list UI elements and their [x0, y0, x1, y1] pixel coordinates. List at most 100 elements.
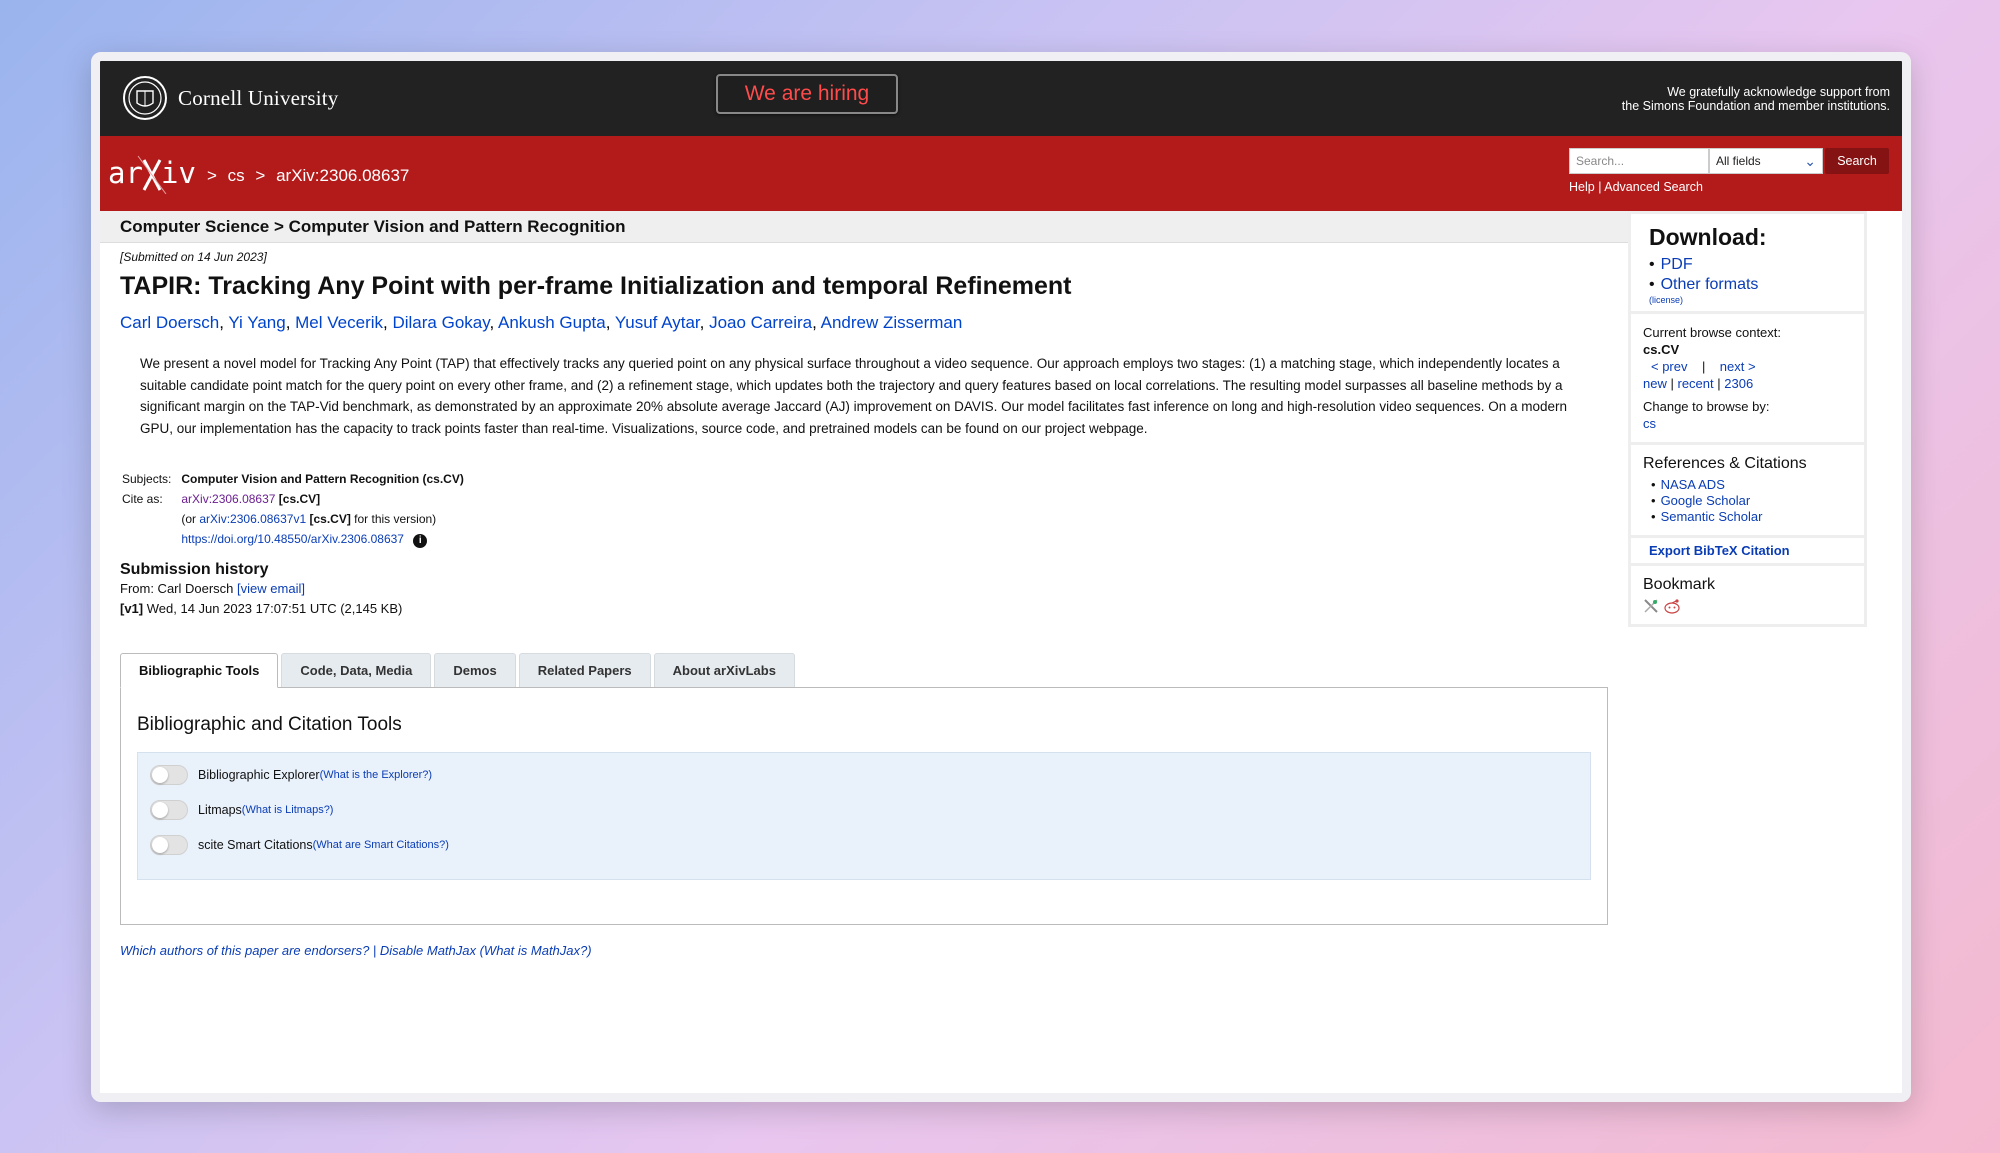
main-content: Computer Science > Computer Vision and P… [100, 211, 1628, 958]
tool-toggle[interactable] [150, 835, 188, 855]
author-link[interactable]: Ankush Gupta [498, 313, 606, 332]
reference-item: Google Scholar [1651, 493, 1852, 509]
chevron-down-icon: ⌄ [1804, 153, 1816, 169]
author-separator: , [812, 313, 821, 332]
context-value: cs.CV [1643, 342, 1680, 357]
next-link[interactable]: next > [1720, 359, 1756, 374]
help-links: Help | Advanced Search [1569, 180, 1703, 194]
breadcrumb-paper-id: arXiv:2306.08637 [276, 166, 410, 185]
prev-link[interactable]: < prev [1651, 359, 1688, 374]
references-list: NASA ADSGoogle ScholarSemantic Scholar [1643, 477, 1852, 525]
tab-about-arxivlabs[interactable]: About arXivLabs [653, 653, 795, 687]
author-link[interactable]: Dilara Gokay [392, 313, 489, 332]
license-link[interactable]: (license) [1649, 295, 1846, 305]
hiring-button[interactable]: We are hiring [716, 74, 898, 114]
doi-link[interactable]: https://doi.org/10.48550/arXiv.2306.0863… [181, 532, 404, 546]
tools-heading: Bibliographic and Citation Tools [137, 714, 402, 735]
version-label[interactable]: [v1] [120, 601, 143, 616]
nav-separator: | [1670, 376, 1674, 391]
cite-version-link[interactable]: arXiv:2306.08637v1 [199, 512, 306, 526]
author-link[interactable]: Yusuf Aytar [615, 313, 700, 332]
bookmark-box: Bookmark [1628, 566, 1867, 627]
support-line-1: We gratefully acknowledge support from [1667, 85, 1890, 99]
search-input[interactable]: Search... [1569, 148, 1709, 174]
breadcrumb: > cs > arXiv:2306.08637 [207, 166, 415, 186]
reddit-icon[interactable] [1663, 598, 1681, 614]
tool-info-link[interactable]: (What are Smart Citations?) [313, 839, 449, 851]
reference-link[interactable]: Google Scholar [1661, 493, 1751, 508]
references-box: References & Citations NASA ADSGoogle Sc… [1628, 445, 1867, 538]
search-field-select[interactable]: All fields ⌄ [1709, 148, 1823, 174]
tool-toggle[interactable] [150, 765, 188, 785]
recent-link[interactable]: recent [1678, 376, 1714, 391]
tool-info-link[interactable]: (What is the Explorer?) [320, 769, 432, 781]
breadcrumb-separator: > [207, 166, 217, 185]
year-link[interactable]: 2306 [1724, 376, 1753, 391]
cite-or-prefix: (or [181, 512, 197, 526]
submission-history: Submission history From: Carl Doersch [v… [120, 561, 1608, 619]
browse-cs-link[interactable]: cs [1643, 416, 1656, 431]
labs-tabs: Bibliographic Tools Code, Data, Media Demo… [120, 653, 1608, 688]
download-title: Download: [1649, 224, 1767, 250]
cite-label: Cite as: [122, 492, 163, 506]
tool-label: scite Smart Citations [198, 838, 313, 852]
reference-link[interactable]: Semantic Scholar [1661, 509, 1763, 524]
cornell-header: Cornell University We are hiring We grat… [100, 61, 1902, 136]
tool-label: Bibliographic Explorer [198, 768, 320, 782]
author-link[interactable]: Mel Vecerik [295, 313, 383, 332]
tab-bibliographic-tools[interactable]: Bibliographic Tools [120, 653, 279, 688]
pdf-link[interactable]: PDF [1661, 256, 1693, 273]
other-formats-link[interactable]: Other formats [1661, 276, 1759, 293]
author-link[interactable]: Carl Doersch [120, 313, 219, 332]
new-link[interactable]: new [1643, 376, 1667, 391]
cornell-logo[interactable]: Cornell University [122, 75, 339, 121]
search-field-value: All fields [1716, 154, 1761, 168]
svg-text:iv: iv [161, 156, 196, 190]
bookmark-title: Bookmark [1643, 576, 1716, 593]
paper-title: TAPIR: Tracking Any Point with per-frame… [120, 272, 1072, 300]
search-button[interactable]: Search [1825, 148, 1889, 174]
author-link[interactable]: Andrew Zisserman [821, 313, 963, 332]
svg-text:ar: ar [108, 156, 143, 190]
arxiv-logo-icon[interactable]: ar iv [108, 152, 204, 194]
reference-item: NASA ADS [1651, 477, 1852, 493]
sidebar: Download: PDF Other formats (license) Cu… [1628, 211, 1867, 627]
export-bibtex-link[interactable]: Export BibTeX Citation [1628, 538, 1867, 566]
tool-row: Litmaps (What is Litmaps?) [150, 800, 1578, 820]
author-list: Carl Doersch, Yi Yang, Mel Vecerik, Dila… [120, 313, 1608, 333]
author-separator: , [285, 313, 296, 332]
tab-panel-bibliographic: Bibliographic and Citation Tools Bibliog… [120, 687, 1608, 925]
browse-context: Current browse context: cs.CV < prev | n… [1628, 314, 1867, 445]
cite-version-suffix: for this version) [354, 512, 437, 526]
view-email-link[interactable]: [view email] [237, 581, 305, 596]
arxiv-navbar: ar iv > cs > arXiv:2306.08637 Search... … [100, 136, 1902, 211]
breadcrumb-separator: > [255, 166, 266, 185]
change-browse-label: Change to browse by: [1643, 399, 1770, 414]
cite-id-link[interactable]: arXiv:2306.08637 [181, 492, 275, 506]
references-title: References & Citations [1643, 455, 1807, 472]
context-label: Current browse context: [1643, 325, 1782, 340]
footer-links[interactable]: Which authors of this paper are endorser… [120, 943, 1608, 958]
author-link[interactable]: Joao Carreira [709, 313, 812, 332]
submission-history-title: Submission history [120, 561, 269, 578]
reference-item: Semantic Scholar [1651, 509, 1852, 525]
tools-list: Bibliographic Explorer (What is the Expl… [137, 752, 1591, 880]
author-link[interactable]: Yi Yang [228, 313, 285, 332]
bibsonomy-icon[interactable] [1643, 598, 1659, 614]
tool-label: Litmaps [198, 803, 242, 817]
tool-info-link[interactable]: (What is Litmaps?) [242, 804, 334, 816]
help-link[interactable]: Help [1569, 180, 1595, 194]
support-line-2: the Simons Foundation and member institu… [1621, 99, 1890, 113]
tool-toggle[interactable] [150, 800, 188, 820]
tab-code-data-media[interactable]: Code, Data, Media [281, 653, 432, 687]
reference-link[interactable]: NASA ADS [1661, 477, 1725, 492]
tab-demos[interactable]: Demos [434, 653, 516, 687]
subjects-label: Subjects: [122, 472, 172, 486]
support-acknowledgement: We gratefully acknowledge support from t… [1622, 85, 1890, 113]
advanced-search-link[interactable]: Advanced Search [1604, 180, 1703, 194]
tab-related-papers[interactable]: Related Papers [518, 653, 651, 687]
info-icon[interactable]: i [413, 534, 428, 548]
version-date: Wed, 14 Jun 2023 17:07:51 UTC (2,145 KB) [146, 601, 403, 616]
breadcrumb-cs[interactable]: cs [228, 166, 245, 185]
download-box: Download: PDF Other formats (license) [1628, 211, 1867, 314]
